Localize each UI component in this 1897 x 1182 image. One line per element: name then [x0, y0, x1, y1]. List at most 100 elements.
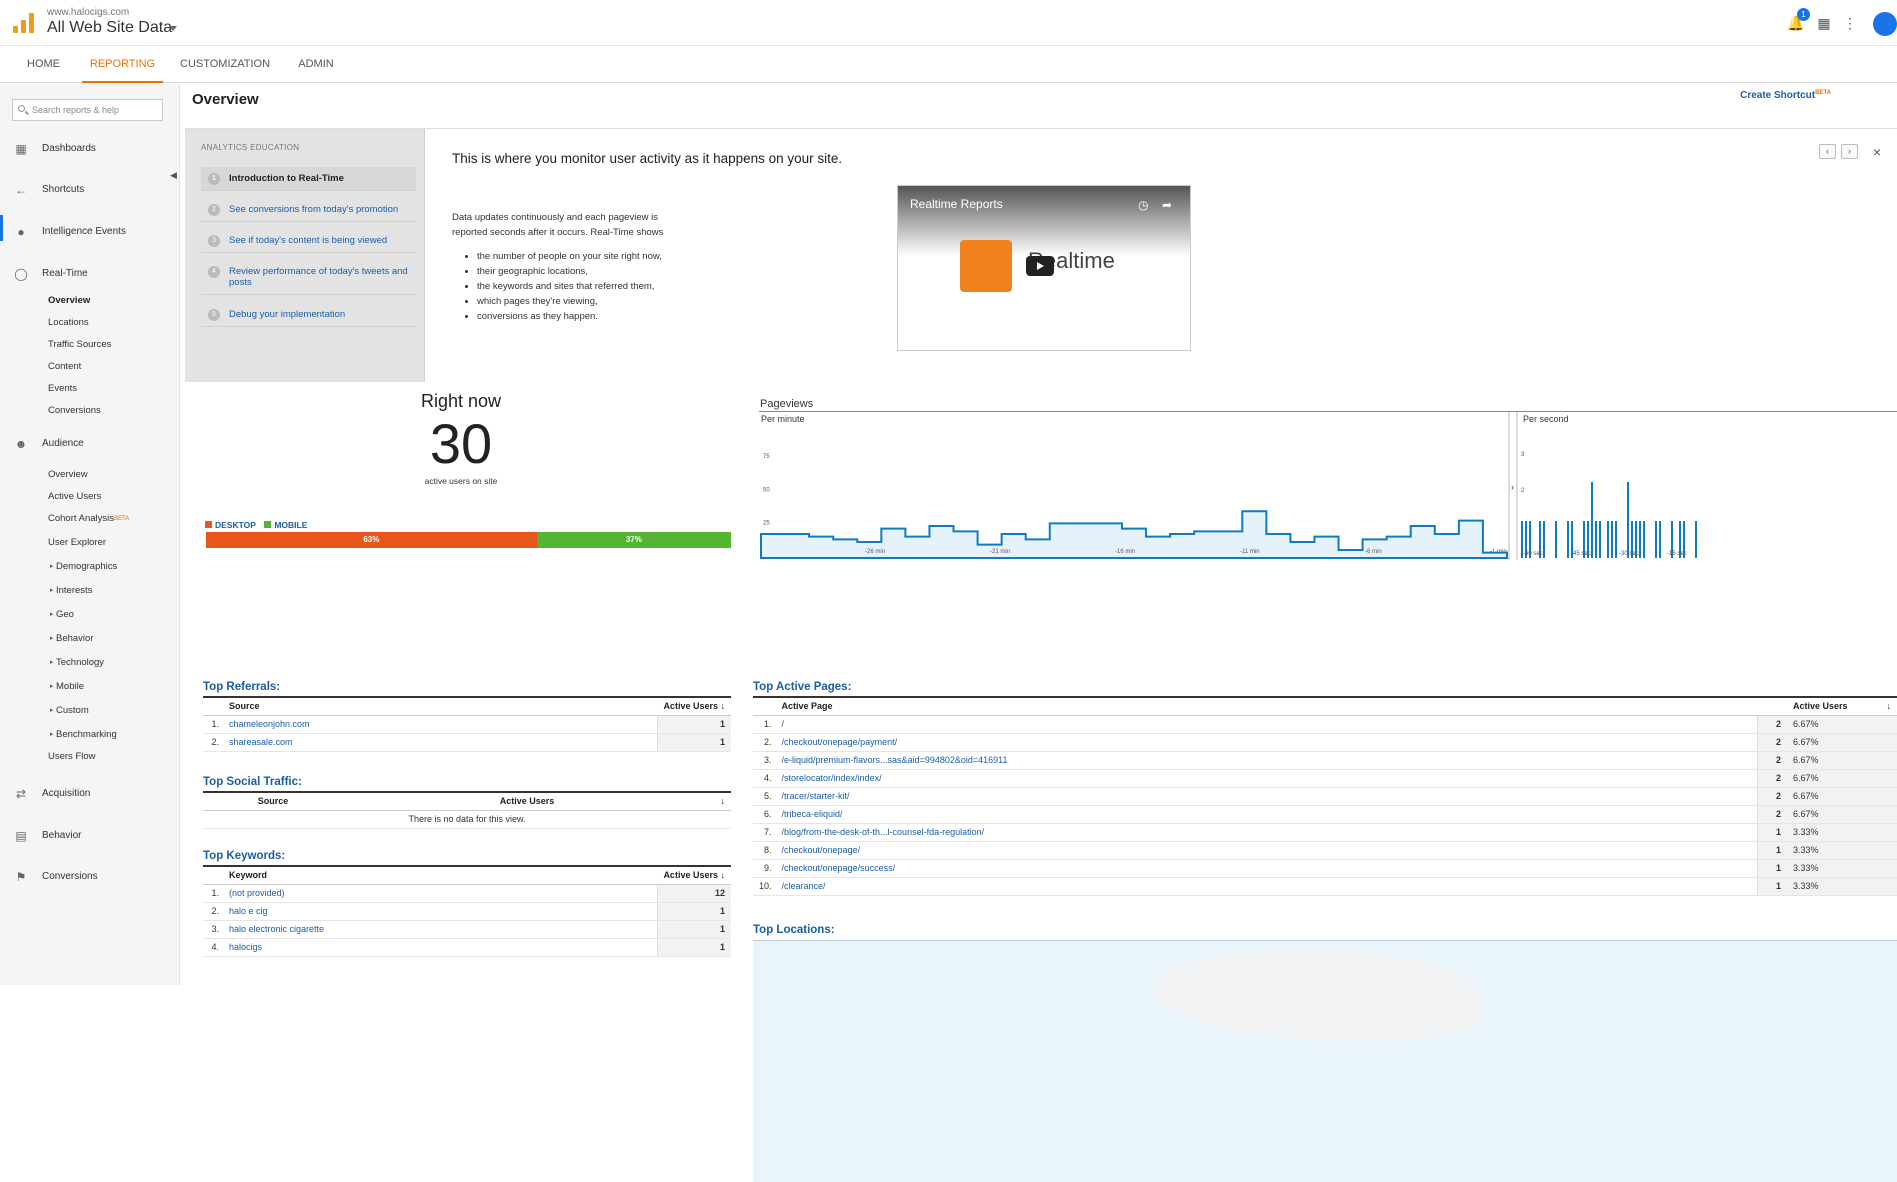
notifications-button[interactable]: 🔔 1	[1785, 8, 1810, 34]
sidebar-sub-aud-overview[interactable]: Overview	[48, 467, 88, 483]
cohort-label: Cohort Analysis	[48, 513, 115, 524]
sidebar-sub-rt-conversions[interactable]: Conversions	[48, 403, 101, 419]
edu-step-5[interactable]: 5 Debug your implementation	[201, 303, 416, 327]
sidebar-item-acquisition[interactable]: ⇄ Acquisition	[0, 785, 180, 803]
row-link[interactable]: /checkout/onepage/	[775, 841, 1757, 860]
row-link[interactable]: /clearance/	[775, 877, 1757, 896]
tab-home[interactable]: HOME	[27, 47, 60, 83]
col-keyword[interactable]: Keyword	[223, 865, 658, 885]
sidebar-sub-rt-traffic[interactable]: Traffic Sources	[48, 337, 111, 353]
clock-icon[interactable]: ◷	[1138, 198, 1148, 212]
play-icon[interactable]	[1026, 256, 1054, 276]
sidebar-item-realtime[interactable]: ◯ Real-Time	[0, 265, 180, 283]
locations-map[interactable]	[753, 940, 1897, 1182]
sidebar-sub-user-explorer[interactable]: User Explorer	[48, 535, 106, 551]
account-avatar[interactable]	[1873, 12, 1897, 36]
col-active-users[interactable]: Active Users ↓	[657, 865, 731, 885]
legend-mobile: MOBILE	[264, 520, 307, 530]
edu-step-4[interactable]: 4 Review performance of today's tweets an…	[201, 260, 416, 295]
step-number: 4	[208, 266, 220, 278]
sort-down-icon[interactable]: ↓	[711, 791, 731, 811]
per-second-bar	[1615, 521, 1617, 558]
row-link[interactable]: chameleonjohn.com	[223, 715, 658, 734]
tab-reporting[interactable]: REPORTING	[82, 47, 163, 83]
sidebar-item-intelligence[interactable]: ● Intelligence Events	[0, 223, 180, 241]
sidebar-sub-rt-locations[interactable]: Locations	[48, 315, 89, 331]
analytics-logo-icon[interactable]	[13, 13, 35, 33]
sidebar-sub-cohort[interactable]: Cohort AnalysisBETA	[48, 511, 129, 527]
chevron-right-icon[interactable]: ›	[1841, 144, 1858, 159]
table-row: 5./tracer/starter-kit/2 6.67%	[753, 787, 1897, 806]
edu-step-2[interactable]: 2 See conversions from today's promotion	[201, 198, 416, 222]
table-row: 1. (not provided) 12	[203, 884, 731, 903]
property-selector[interactable]: All Web Site Data	[47, 19, 172, 37]
sidebar-item-shortcuts[interactable]: ← Shortcuts	[0, 181, 180, 199]
sidebar-item-audience[interactable]: ☻ Audience	[0, 435, 180, 453]
tab-customization[interactable]: CUSTOMIZATION	[180, 47, 270, 83]
site-url: www.halocigs.com	[47, 7, 130, 18]
chevron-left-icon[interactable]: ‹	[1819, 144, 1836, 159]
chart-expand-icon[interactable]: ›	[1511, 482, 1514, 492]
chevron-down-icon[interactable]	[169, 26, 177, 31]
row-link[interactable]: shareasale.com	[223, 733, 658, 752]
realtime-logo-icon	[960, 240, 1012, 292]
edu-step-1[interactable]: 1 Introduction to Real-Time	[201, 167, 416, 191]
sidebar-sub-interests[interactable]: Interests	[50, 583, 93, 599]
collapse-sidebar-icon[interactable]: ◀	[170, 170, 177, 181]
row-link[interactable]: halo e cig	[223, 902, 658, 921]
sidebar-sub-benchmarking[interactable]: Benchmarking	[50, 727, 117, 743]
share-icon[interactable]: ➦	[1162, 198, 1172, 212]
row-value: 1	[1756, 859, 1787, 878]
sidebar-sub-behavior[interactable]: Behavior	[50, 631, 93, 647]
social-table: Source Active Users ↓ There is no data for…	[203, 791, 731, 829]
tab-admin[interactable]: ADMIN	[296, 47, 336, 83]
sidebar-sub-mobile[interactable]: Mobile	[50, 679, 84, 695]
sidebar-sub-geo[interactable]: Geo	[50, 607, 74, 623]
sidebar-sub-rt-events[interactable]: Events	[48, 381, 77, 397]
close-icon[interactable]: ×	[1873, 144, 1881, 160]
sidebar-sub-active-users[interactable]: Active Users	[48, 489, 101, 505]
edu-step-3[interactable]: 3 See if today's content is being viewed	[201, 229, 416, 253]
more-vert-icon[interactable]: ⋮	[1839, 12, 1861, 34]
x-tick-label: -26 min	[865, 549, 885, 555]
row-link[interactable]: /tracer/starter-kit/	[775, 787, 1757, 806]
col-source[interactable]: Source	[223, 696, 658, 716]
apps-grid-icon[interactable]: ▦	[1813, 12, 1835, 34]
row-link[interactable]: (not provided)	[223, 884, 658, 903]
col-active-page[interactable]: Active Page	[775, 696, 1757, 716]
sidebar-sub-rt-overview[interactable]: Overview	[48, 293, 90, 309]
row-link[interactable]: /tribeca-eliquid/	[775, 805, 1757, 824]
col-source[interactable]: Source	[203, 791, 343, 811]
flag-icon: ⚑	[15, 870, 27, 884]
col-active-users[interactable]: Active Users	[343, 791, 711, 811]
row-link[interactable]: halocigs	[223, 938, 658, 957]
sidebar-sub-technology[interactable]: Technology	[50, 655, 104, 671]
row-link[interactable]: /storelocator/index/index/	[775, 769, 1757, 788]
col-active-users[interactable]: Active Users ↓	[1787, 696, 1897, 716]
row-link[interactable]: /e-liquid/premium-flavors...sas&aid=9948…	[775, 751, 1757, 770]
per-second-bar	[1639, 521, 1641, 558]
row-link[interactable]: /checkout/onepage/success/	[775, 859, 1757, 878]
video-player[interactable]: Realtime Reports ◷ ➦ Realtime	[897, 185, 1191, 351]
x-tick-label: -1 min	[1490, 549, 1507, 555]
sidebar-item-behavior[interactable]: ▤ Behavior	[0, 827, 180, 845]
col-active-users[interactable]: Active Users ↓	[657, 696, 731, 716]
sidebar-sub-custom[interactable]: Custom	[50, 703, 89, 719]
sidebar-item-dashboards[interactable]: ▦ Dashboards	[0, 140, 180, 158]
table-row: 4. halocigs 1	[203, 938, 731, 957]
create-shortcut-link[interactable]: Create ShortcutBETA	[1740, 90, 1831, 101]
row-link[interactable]: halo electronic cigarette	[223, 920, 658, 939]
row-link[interactable]: /blog/from-the-desk-of-th...l-counsel-fd…	[775, 823, 1757, 842]
sidebar-sub-users-flow[interactable]: Users Flow	[48, 749, 96, 765]
sidebar-sub-demographics[interactable]: Demographics	[50, 559, 117, 575]
step-number: 2	[208, 204, 220, 216]
search-input[interactable]: Search reports & help	[12, 99, 163, 121]
keywords-title: Top Keywords:	[203, 850, 286, 862]
row-link[interactable]: /checkout/onepage/payment/	[775, 733, 1757, 752]
table-row: 2./checkout/onepage/payment/2 6.67%	[753, 733, 1897, 752]
sidebar-sub-rt-content[interactable]: Content	[48, 359, 81, 375]
row-link[interactable]: /	[775, 715, 1757, 734]
sidebar-item-conversions[interactable]: ⚑ Conversions	[0, 868, 180, 886]
bullet: the number of people on your site right …	[477, 249, 662, 264]
education-body: This is where you monitor user activity …	[425, 129, 1897, 382]
